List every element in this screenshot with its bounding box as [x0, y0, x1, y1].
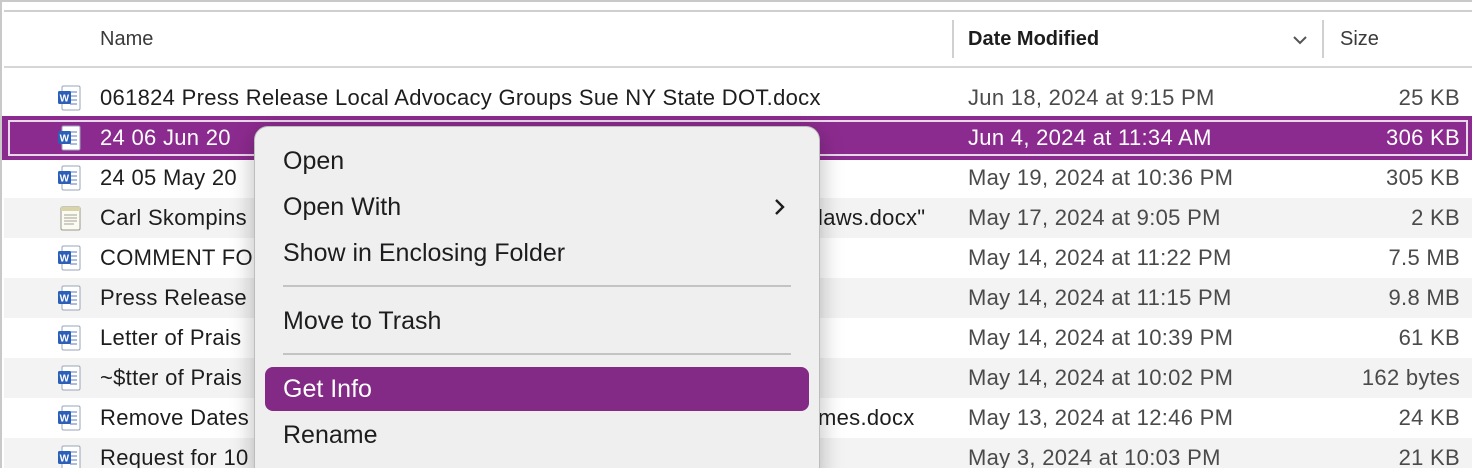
- column-divider[interactable]: [952, 20, 954, 58]
- file-date-modified: May 14, 2024 at 10:39 PM: [968, 325, 1234, 350]
- sort-descending-chevron-icon[interactable]: [1290, 30, 1310, 50]
- file-size: 162 bytes: [1361, 365, 1460, 390]
- word-doc-icon: W: [56, 244, 84, 272]
- word-doc-icon: W: [56, 404, 84, 432]
- context-menu: Open Open With Show in Enclosing Folder …: [254, 126, 820, 468]
- file-name: Remove Dates: [100, 405, 250, 430]
- column-header-bar: Name Date Modified Size: [4, 12, 1472, 68]
- file-name: 061824 Press Release Local Advocacy Grou…: [100, 85, 821, 110]
- file-name: 24 05 May 20: [100, 165, 237, 190]
- file-name: 24 06 Jun 20: [100, 125, 231, 150]
- file-size: 7.5 MB: [1388, 245, 1460, 270]
- file-name: Letter of Prais: [100, 325, 242, 350]
- file-date-modified: May 14, 2024 at 11:22 PM: [968, 245, 1232, 270]
- file-name-tail: mes.docx: [818, 405, 915, 430]
- svg-text:W: W: [60, 374, 70, 385]
- file-date-modified: Jun 4, 2024 at 11:34 AM: [968, 125, 1212, 150]
- menu-item-label: Open With: [283, 193, 402, 221]
- menu-item-open-with[interactable]: Open With: [265, 185, 809, 229]
- svg-text:W: W: [60, 454, 70, 465]
- file-name: Press Release: [100, 285, 247, 310]
- svg-text:W: W: [60, 414, 70, 425]
- file-date-modified: May 3, 2024 at 10:03 PM: [968, 445, 1221, 468]
- file-name: Carl Skompins: [100, 205, 247, 230]
- file-name: COMMENT FO: [100, 245, 253, 270]
- menu-item-open[interactable]: Open: [265, 139, 809, 183]
- file-date-modified: May 14, 2024 at 11:15 PM: [968, 285, 1232, 310]
- word-doc-icon: W: [56, 444, 84, 468]
- file-size: 24 KB: [1398, 405, 1460, 430]
- column-header-date-modified[interactable]: Date Modified: [968, 12, 1099, 66]
- file-size: 61 KB: [1398, 325, 1460, 350]
- svg-text:W: W: [60, 174, 70, 185]
- svg-text:W: W: [60, 294, 70, 305]
- column-divider[interactable]: [1322, 20, 1324, 58]
- menu-item-rename[interactable]: Rename: [265, 413, 809, 457]
- column-header-size[interactable]: Size: [1340, 12, 1379, 66]
- file-date-modified: May 17, 2024 at 9:05 PM: [968, 205, 1221, 230]
- svg-text:W: W: [60, 94, 70, 105]
- file-size: 306 KB: [1386, 125, 1460, 150]
- file-name: Request for 10: [100, 445, 249, 468]
- file-date-modified: Jun 18, 2024 at 9:15 PM: [968, 85, 1215, 110]
- menu-separator: [283, 353, 791, 355]
- submenu-chevron-right-icon: [775, 199, 785, 215]
- file-row[interactable]: W 061824 Press Release Local Advocacy Gr…: [4, 78, 1472, 118]
- word-doc-icon: W: [56, 164, 84, 192]
- file-date-modified: May 19, 2024 at 10:36 PM: [968, 165, 1234, 190]
- file-size: 25 KB: [1398, 85, 1460, 110]
- word-doc-icon: W: [56, 364, 84, 392]
- file-date-modified: May 14, 2024 at 10:02 PM: [968, 365, 1234, 390]
- menu-item-move-to-trash[interactable]: Move to Trash: [265, 299, 809, 343]
- word-doc-icon: W: [56, 284, 84, 312]
- text-doc-icon: [56, 204, 84, 232]
- column-header-name[interactable]: Name: [100, 12, 153, 66]
- svg-text:W: W: [60, 334, 70, 345]
- menu-separator: [283, 285, 791, 287]
- file-size: 21 KB: [1398, 445, 1460, 468]
- file-size: 305 KB: [1386, 165, 1460, 190]
- finder-window: Name Date Modified Size W 061824 Press R…: [0, 0, 1472, 468]
- menu-item-show-in-enclosing-folder[interactable]: Show in Enclosing Folder: [265, 231, 809, 275]
- file-date-modified: May 13, 2024 at 12:46 PM: [968, 405, 1234, 430]
- svg-text:W: W: [60, 134, 70, 145]
- menu-item-get-info[interactable]: Get Info: [265, 367, 809, 411]
- word-doc-icon: W: [56, 324, 84, 352]
- file-size: 9.8 MB: [1388, 285, 1460, 310]
- word-doc-icon: W: [56, 124, 84, 152]
- svg-text:W: W: [60, 254, 70, 265]
- file-name-tail: laws.docx": [818, 205, 926, 230]
- word-doc-icon: W: [56, 84, 84, 112]
- file-size: 2 KB: [1411, 205, 1460, 230]
- file-name: ~$tter of Prais: [100, 365, 243, 390]
